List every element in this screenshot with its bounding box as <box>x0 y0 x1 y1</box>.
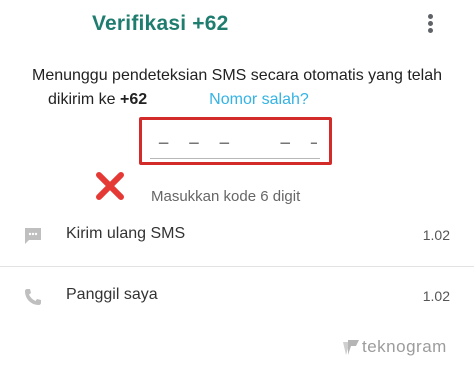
divider <box>0 266 474 267</box>
error-cross-icon <box>96 172 124 200</box>
phone-number: +62 <box>120 91 148 108</box>
resend-sms-timer: 1.02 <box>422 227 450 243</box>
page-title: Verifikasi +62 <box>92 12 229 35</box>
verification-description: Menunggu pendeteksian SMS secara otomati… <box>18 64 456 112</box>
phone-icon <box>25 289 41 305</box>
wrong-number-link[interactable]: Nomor salah? <box>209 91 309 108</box>
watermark-text: teknogram <box>362 337 447 356</box>
call-me-timer: 1.02 <box>422 288 450 304</box>
description-line2: dikirim ke <box>48 91 121 108</box>
call-me-option[interactable]: Panggil saya 1.02 <box>0 273 474 319</box>
verification-code-input[interactable] <box>157 128 317 158</box>
description-line1: Menunggu pendeteksian SMS secara otomati… <box>31 67 443 84</box>
teknogram-logo-icon <box>343 340 359 355</box>
message-icon <box>25 228 41 244</box>
resend-sms-label: Kirim ulang SMS <box>66 225 186 242</box>
resend-sms-option[interactable]: Kirim ulang SMS 1.02 <box>0 212 474 258</box>
code-hint: Masukkan kode 6 digit <box>151 188 301 205</box>
more-options-icon[interactable] <box>422 12 438 40</box>
call-me-label: Panggil saya <box>66 286 158 303</box>
code-input-underline <box>150 158 320 159</box>
